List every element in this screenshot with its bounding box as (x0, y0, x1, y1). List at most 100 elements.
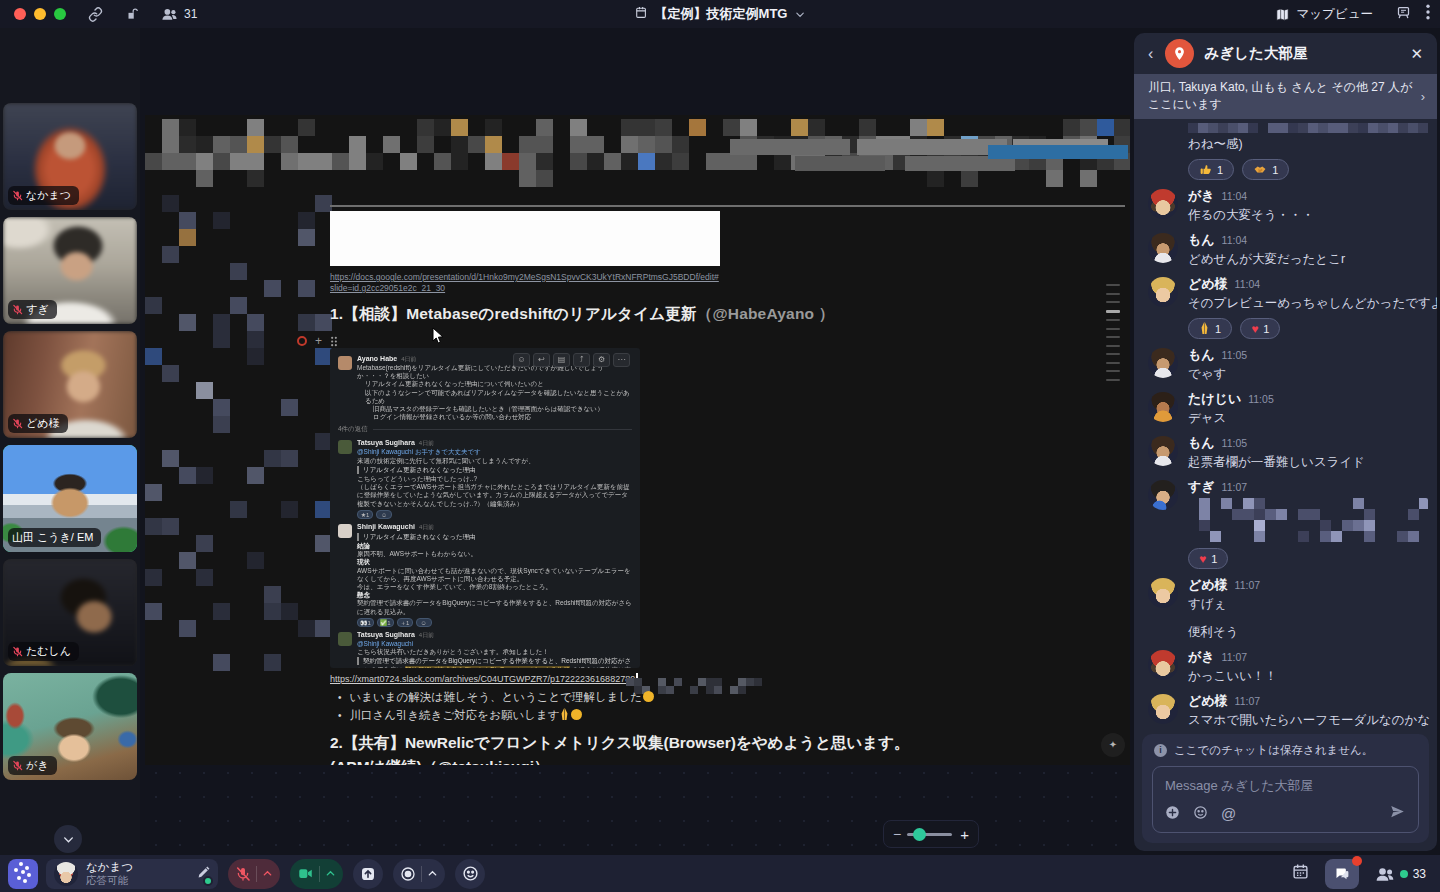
zoom-slider[interactable] (907, 833, 952, 836)
chat-header: ‹ みぎした大部屋 ✕ (1134, 33, 1437, 74)
mosaic-cell (434, 153, 451, 170)
mosaic-cell (298, 153, 315, 170)
video-tile-tamushin[interactable]: たむしん (3, 559, 137, 666)
copy-link-icon[interactable] (88, 7, 103, 22)
chat-toggle-button[interactable] (1325, 859, 1359, 889)
desk-icon[interactable] (1395, 5, 1412, 24)
mosaic-cell (1408, 509, 1419, 520)
mosaic-cell (1342, 520, 1353, 531)
message-author: がき (1188, 189, 1215, 203)
avatar (1148, 694, 1178, 724)
chat-message: わね〜感)11 (1134, 123, 1437, 180)
mosaic-cell (162, 153, 179, 170)
lock-icon[interactable] (125, 7, 139, 21)
record-options-chevron[interactable] (427, 868, 438, 879)
mosaic-cell (1199, 498, 1210, 509)
mosaic-cell (179, 229, 196, 246)
slack-avatar (338, 356, 352, 370)
zoom-out-button[interactable]: − (893, 826, 901, 842)
zoom-slider-knob[interactable] (913, 828, 926, 841)
chevron-down-icon[interactable] (794, 9, 805, 20)
emoji-icon[interactable] (1193, 805, 1208, 823)
reaction-pill[interactable]: 1 (1242, 159, 1289, 180)
mosaic-cell (1199, 520, 1210, 531)
slack-message: Tatsuya Sugihara4日前@Shinji Kawaguchiこちら状… (338, 631, 632, 668)
mosaic-cell (213, 331, 230, 348)
doc-hover-icons: + (297, 334, 338, 348)
mic-muted-icon (12, 418, 23, 429)
online-members[interactable]: 33 (1375, 866, 1426, 882)
camera-options-chevron[interactable] (325, 868, 336, 879)
record-button[interactable] (393, 859, 445, 889)
participants-icon[interactable] (161, 7, 178, 21)
map-view-button[interactable]: マップビュー (1267, 3, 1381, 26)
avatar (1148, 348, 1178, 378)
mosaic-cell (774, 153, 791, 170)
zoom-window-button[interactable] (54, 8, 66, 20)
video-tile-gaki[interactable]: がき (3, 673, 137, 780)
slack-author: Tatsuya Sugihara4日前 (357, 631, 632, 640)
slack-message: Shinji Kawaguchi4日前リアルタイム更新されなくなった理由結論原因… (338, 523, 632, 628)
reaction-count: 1 (1263, 323, 1269, 335)
mention-icon[interactable]: @ (1221, 805, 1236, 822)
presence-banner[interactable]: 川口, Takuya Kato, 山もも さんと その他 27 人がここにいます… (1134, 74, 1437, 119)
mosaic-cell (536, 119, 553, 136)
mosaic-cell (859, 119, 876, 136)
close-icon[interactable]: ✕ (1410, 45, 1423, 63)
sparkle-icon[interactable]: ✦ (1101, 733, 1125, 757)
mosaic-cell (1358, 123, 1368, 133)
mosaic-cell (1199, 509, 1210, 520)
back-icon[interactable]: ‹ (1148, 45, 1153, 63)
screenshare-button[interactable] (353, 859, 383, 889)
camera-button[interactable] (290, 859, 343, 889)
participant-nametag: 山田 こうき/ EM (8, 528, 101, 547)
mosaic-cell (1298, 509, 1309, 520)
message-input[interactable]: Message みぎした大部屋 @ (1152, 766, 1419, 833)
mosaic-cell (1232, 509, 1243, 520)
video-tile-nakamatsu[interactable]: なかまつ (3, 103, 137, 210)
video-tile-yamada[interactable]: 山田 こうき/ EM (3, 445, 137, 552)
participant-nametag: すぎ (8, 300, 57, 319)
main-stage: なかまつすぎどめ様山田 こうき/ EMたむしんがき https://docs.g… (0, 28, 1440, 855)
video-tile-dome[interactable]: どめ様 (3, 331, 137, 438)
microphone-button[interactable] (228, 859, 280, 889)
mosaic-cell (264, 136, 281, 153)
mosaic-cell (621, 136, 638, 153)
reactions-button[interactable] (455, 859, 485, 889)
reaction-pill[interactable]: ♥1 (1188, 548, 1228, 569)
mosaic-cell (213, 212, 230, 229)
mosaic-cell (672, 153, 689, 170)
mosaic-cell (196, 535, 213, 552)
reaction-pill[interactable]: ♥1 (1240, 318, 1280, 339)
outline-mark (1106, 328, 1120, 330)
outline-mark (1106, 353, 1120, 355)
video-tile-sugi[interactable]: すぎ (3, 217, 137, 324)
zoom-in-button[interactable]: + (960, 826, 969, 843)
slack-message: Tatsuya Sugihara4日前@Shinji Kawaguchi お手す… (338, 439, 632, 519)
mosaic-cell (230, 297, 247, 314)
avatar (1148, 392, 1178, 422)
mosaic-cell (162, 136, 179, 153)
gather-logo-button[interactable] (8, 859, 38, 889)
mosaic-cell (281, 603, 298, 620)
mosaic-cell (196, 153, 213, 170)
add-attachment-icon[interactable] (1165, 805, 1180, 823)
chat-message: どめ様11:04そのプレビューめっちゃしんどかったですよ1♥1 (1134, 277, 1437, 339)
mosaic-cell (1320, 531, 1331, 542)
screen-share-view[interactable]: https://docs.google.com/presentation/d/1… (145, 115, 1130, 765)
reaction-pill[interactable]: 1 (1188, 318, 1232, 339)
participant-name: たむしん (26, 644, 71, 659)
mosaic-cell (315, 153, 332, 170)
chat-message-list[interactable]: わね〜感)11がき11:04作るの大変そう・・・もん11:04どめせんが大変だっ… (1134, 119, 1437, 727)
reaction-pill[interactable]: 1 (1188, 159, 1234, 180)
online-count: 33 (1413, 867, 1426, 881)
calendar-icon[interactable] (1292, 863, 1309, 884)
mic-options-chevron[interactable] (262, 868, 273, 879)
minimize-window-button[interactable] (34, 8, 46, 20)
send-icon[interactable] (1389, 804, 1406, 823)
close-window-button[interactable] (14, 8, 26, 20)
kebab-menu-icon[interactable] (1426, 4, 1430, 24)
user-status-pill[interactable]: なかまつ 応答可能 (46, 859, 218, 889)
participant-nametag: がき (8, 756, 57, 775)
collapse-videos-button[interactable] (54, 825, 82, 853)
